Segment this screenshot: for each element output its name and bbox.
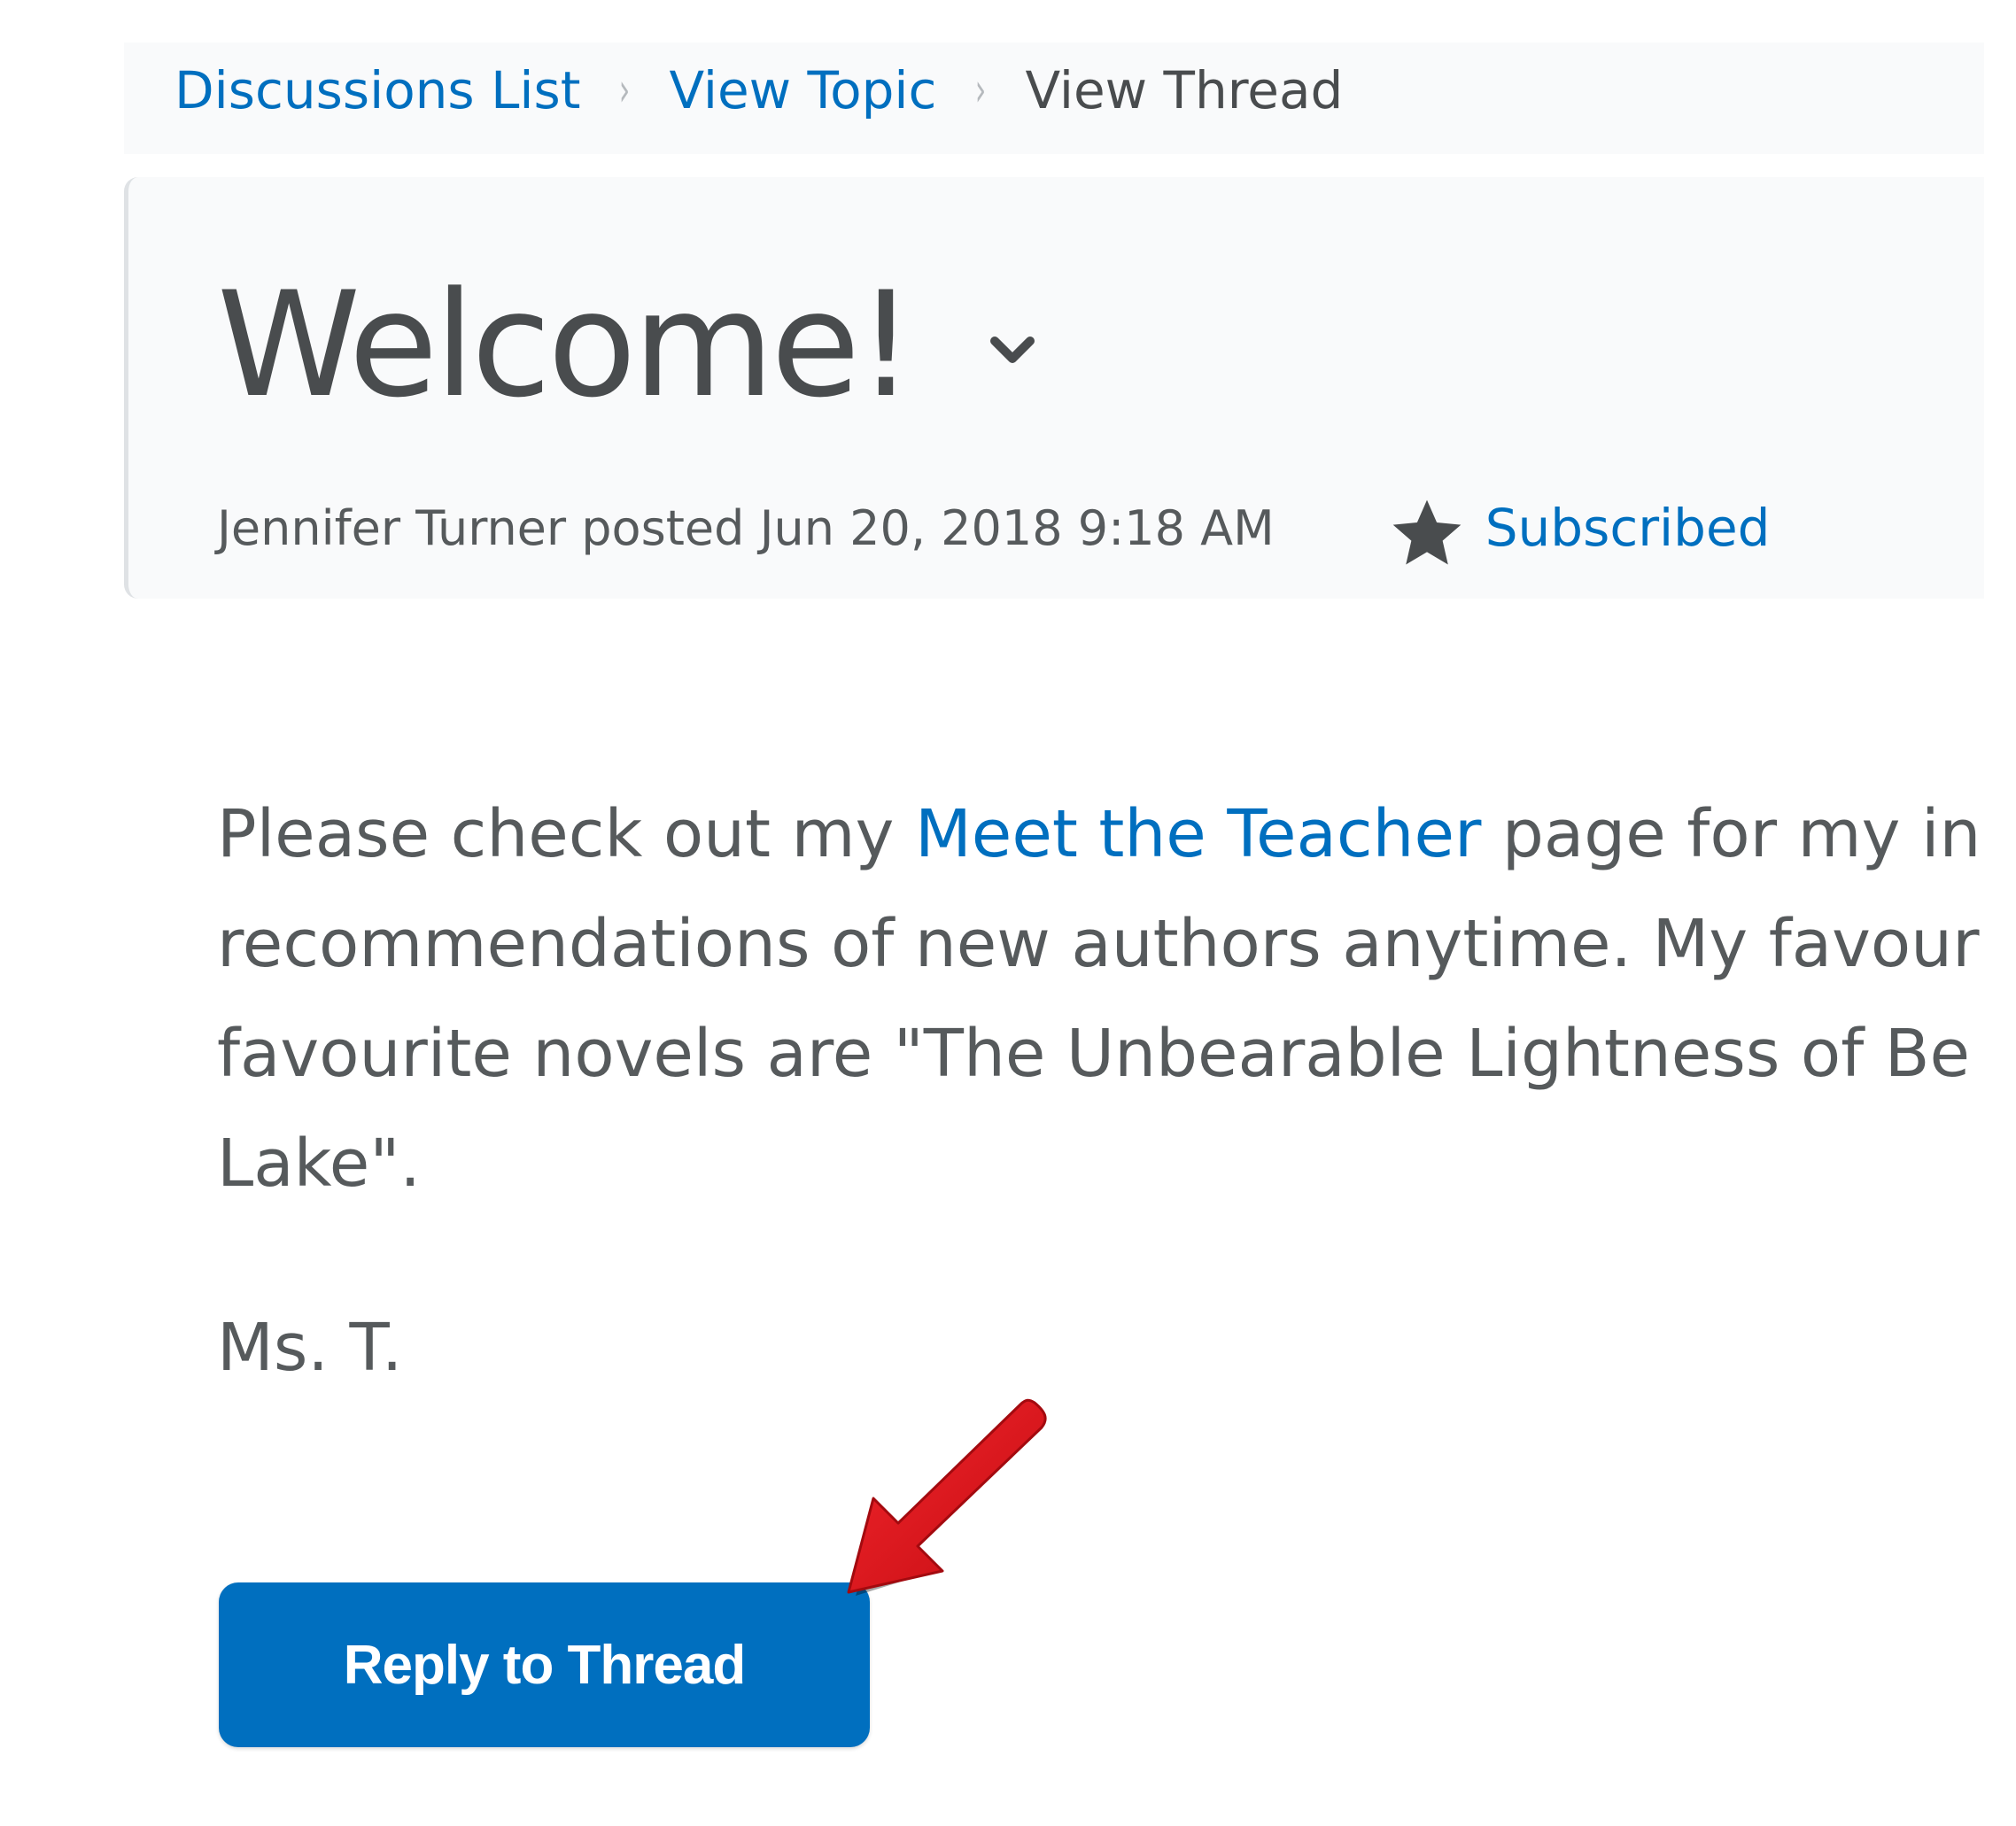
chevron-down-icon[interactable]	[986, 323, 1039, 376]
red-arrow-annotation	[847, 1398, 1047, 1596]
thread-title: Welcome!	[217, 260, 915, 429]
breadcrumb-view-topic[interactable]: View Topic	[669, 60, 936, 120]
star-icon	[1392, 499, 1462, 565]
post-author-date: Jennifer Turner posted Jun 20, 2018 9:18…	[217, 499, 1275, 556]
message-line: recommendations of new authors anytime. …	[217, 906, 1980, 982]
message-text: page for my in	[1481, 796, 1981, 872]
thread-title-row: Welcome!	[217, 266, 1039, 425]
breadcrumb-view-thread: View Thread	[1025, 60, 1344, 120]
reply-to-thread-button[interactable]: Reply to Thread	[219, 1582, 870, 1747]
thread-meta-row: Jennifer Turner posted Jun 20, 2018 9:18…	[217, 492, 1770, 565]
breadcrumb-separator: ›	[975, 64, 987, 117]
message-line: Please check out my Meet the Teacher pag…	[217, 779, 2016, 889]
discussion-thread-page: Discussions List › View Topic › View Thr…	[0, 0, 2016, 1826]
message-body: Please check out my Meet the Teacher pag…	[217, 779, 2016, 1219]
breadcrumb-separator: ›	[619, 64, 631, 117]
breadcrumb-discussions-list[interactable]: Discussions List	[174, 60, 580, 120]
message-signature: Ms. T.	[217, 1310, 403, 1386]
subscribe-label: Subscribed	[1485, 498, 1771, 558]
breadcrumb: Discussions List › View Topic › View Thr…	[174, 55, 1343, 126]
subscribe-toggle[interactable]: Subscribed	[1386, 481, 1771, 575]
meet-the-teacher-link[interactable]: Meet the Teacher	[915, 796, 1481, 872]
message-line: favourite novels are "The Unbearable Lig…	[217, 1016, 1971, 1092]
message-text: Please check out my	[217, 796, 915, 872]
message-line: Lake".	[217, 1126, 421, 1202]
